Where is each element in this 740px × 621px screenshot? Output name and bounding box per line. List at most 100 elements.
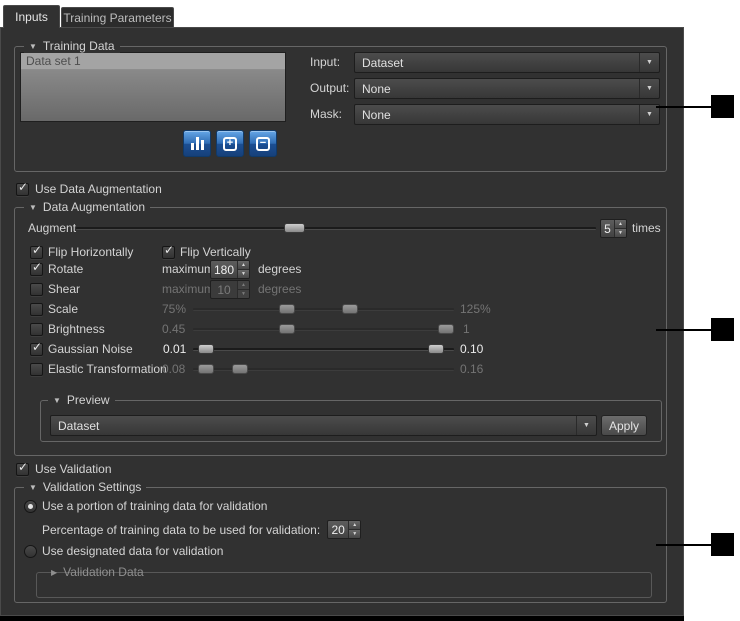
- spin-up-icon[interactable]: ▲: [349, 521, 360, 529]
- validation-data-group-title[interactable]: ▶ Validation Data: [46, 566, 149, 579]
- use-validation-checkbox[interactable]: ✓: [16, 463, 29, 476]
- scale-checkbox[interactable]: [30, 303, 43, 316]
- use-data-augmentation-label[interactable]: Use Data Augmentation: [35, 182, 162, 197]
- combo-value: None: [362, 108, 639, 122]
- spin-up-icon[interactable]: ▲: [238, 281, 249, 289]
- dataset-list[interactable]: Data set 1: [20, 52, 286, 122]
- flip-vertically-checkbox[interactable]: ✓: [162, 246, 175, 259]
- portion-validation-label[interactable]: Use a portion of training data for valid…: [42, 499, 267, 514]
- chevron-down-icon: ▼: [639, 53, 659, 72]
- spin-down-icon[interactable]: ▼: [238, 289, 249, 298]
- brightness-label[interactable]: Brightness: [48, 322, 105, 337]
- callout-marker-3: [711, 533, 734, 556]
- tab-training-parameters[interactable]: Training Parameters: [61, 7, 174, 27]
- collapse-arrow-icon[interactable]: ▼: [29, 40, 37, 53]
- input-combobox[interactable]: Dataset ▼: [354, 52, 660, 73]
- radio-dot: [28, 504, 33, 509]
- spin-buttons[interactable]: ▲ ▼: [614, 220, 626, 237]
- input-label: Input:: [310, 55, 340, 70]
- spin-down-icon[interactable]: ▼: [238, 269, 249, 278]
- elastic-transformation-label[interactable]: Elastic Transformation: [48, 362, 167, 377]
- designated-validation-label[interactable]: Use designated data for validation: [42, 544, 223, 559]
- shear-degrees-label: degrees: [258, 282, 301, 297]
- apply-button[interactable]: Apply: [601, 415, 647, 436]
- rotate-degrees-spinbox[interactable]: 180 ▲ ▼: [210, 260, 250, 279]
- collapsed-arrow-icon[interactable]: ▶: [51, 566, 57, 579]
- spin-value: 5: [601, 220, 614, 237]
- group-title-text: Preview: [67, 394, 110, 407]
- shear-checkbox[interactable]: [30, 283, 43, 296]
- augment-label: Augment: [28, 221, 76, 236]
- spin-buttons[interactable]: ▲ ▼: [237, 261, 249, 278]
- slider-handle-low[interactable]: [198, 344, 214, 354]
- shear-label[interactable]: Shear: [48, 282, 80, 297]
- histogram-button[interactable]: [183, 130, 211, 157]
- list-item[interactable]: Data set 1: [21, 53, 285, 70]
- rotate-checkbox[interactable]: ✓: [30, 263, 43, 276]
- callout-line-1: [656, 106, 712, 108]
- shear-maximum-label: maximum: [162, 282, 214, 297]
- slider-handle-low[interactable]: [279, 324, 295, 334]
- slider-groove[interactable]: [193, 328, 454, 331]
- gaussian-noise-range-slider[interactable]: [193, 342, 454, 356]
- tab-inputs[interactable]: Inputs: [3, 5, 60, 28]
- spin-buttons[interactable]: ▲ ▼: [348, 521, 360, 538]
- slider-handle-high[interactable]: [342, 304, 358, 314]
- validation-percentage-spinbox[interactable]: 20 ▲ ▼: [327, 520, 361, 539]
- slider-groove[interactable]: [193, 348, 454, 351]
- collapse-arrow-icon[interactable]: ▼: [29, 481, 37, 494]
- flip-horizontally-checkbox[interactable]: ✓: [30, 246, 43, 259]
- spin-down-icon[interactable]: ▼: [349, 529, 360, 538]
- flip-horizontally-label[interactable]: Flip Horizontally: [48, 245, 133, 260]
- scale-range-slider[interactable]: [193, 302, 454, 316]
- spin-up-icon[interactable]: ▲: [238, 261, 249, 269]
- remove-dataset-button[interactable]: −: [249, 130, 277, 157]
- shear-degrees-spinbox[interactable]: 10 ▲ ▼: [210, 280, 250, 299]
- augment-slider[interactable]: [76, 221, 596, 235]
- elastic-transformation-checkbox[interactable]: [30, 363, 43, 376]
- spin-up-icon[interactable]: ▲: [615, 220, 626, 228]
- data-augmentation-group-title[interactable]: ▼ Data Augmentation: [24, 201, 150, 214]
- validation-settings-group-title[interactable]: ▼ Validation Settings: [24, 481, 146, 494]
- slider-groove[interactable]: [193, 308, 454, 311]
- designated-validation-radio[interactable]: [24, 545, 37, 558]
- slider-handle-high[interactable]: [232, 364, 248, 374]
- slider-handle-low[interactable]: [279, 304, 295, 314]
- rotate-label[interactable]: Rotate: [48, 262, 83, 277]
- mask-combobox[interactable]: None ▼: [354, 104, 660, 125]
- spin-value: 10: [211, 281, 237, 298]
- times-label: times: [632, 221, 661, 236]
- brightness-checkbox[interactable]: [30, 323, 43, 336]
- use-validation-label[interactable]: Use Validation: [35, 462, 112, 477]
- spin-buttons[interactable]: ▲ ▼: [237, 281, 249, 298]
- brightness-min-label: 0.45: [162, 322, 185, 337]
- slider-handle-high[interactable]: [438, 324, 454, 334]
- add-dataset-button[interactable]: +: [216, 130, 244, 157]
- preview-group-title[interactable]: ▼ Preview: [48, 394, 115, 407]
- scale-label[interactable]: Scale: [48, 302, 78, 317]
- minus-icon: −: [256, 137, 270, 151]
- output-combobox[interactable]: None ▼: [354, 78, 660, 99]
- combo-value: Dataset: [362, 56, 639, 70]
- slider-handle-high[interactable]: [428, 344, 444, 354]
- slider-handle-low[interactable]: [198, 364, 214, 374]
- collapse-arrow-icon[interactable]: ▼: [53, 394, 61, 407]
- portion-validation-radio[interactable]: [24, 500, 37, 513]
- brightness-range-slider[interactable]: [193, 322, 454, 336]
- slider-handle[interactable]: [284, 223, 305, 233]
- preview-dataset-combobox[interactable]: Dataset ▼: [50, 415, 597, 436]
- elastic-range-slider[interactable]: [193, 362, 454, 376]
- spin-down-icon[interactable]: ▼: [615, 228, 626, 237]
- slider-groove[interactable]: [76, 227, 596, 230]
- tab-label: Training Parameters: [63, 11, 171, 25]
- gaussian-noise-min-label: 0.01: [163, 342, 186, 357]
- collapse-arrow-icon[interactable]: ▼: [29, 201, 37, 214]
- group-title-text: Validation Data: [63, 566, 144, 579]
- augment-times-spinbox[interactable]: 5 ▲ ▼: [600, 219, 627, 238]
- check-icon: ✓: [32, 340, 42, 354]
- gaussian-noise-label[interactable]: Gaussian Noise: [48, 342, 133, 357]
- training-data-group-title[interactable]: ▼ Training Data: [24, 40, 120, 53]
- flip-vertically-label[interactable]: Flip Vertically: [180, 245, 251, 260]
- gaussian-noise-checkbox[interactable]: ✓: [30, 343, 43, 356]
- use-data-augmentation-checkbox[interactable]: ✓: [16, 183, 29, 196]
